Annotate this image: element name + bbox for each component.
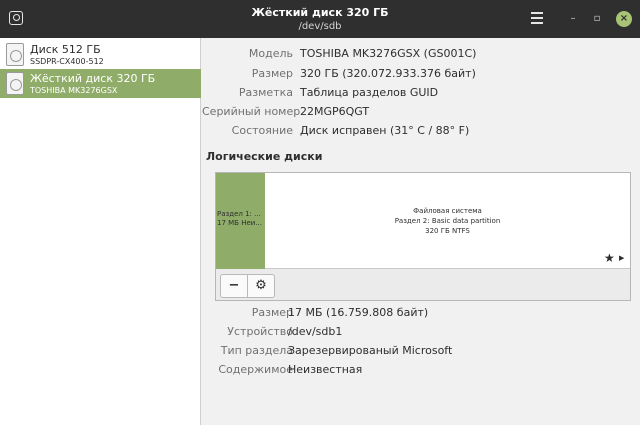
sidebar-item-disk-512[interactable]: Диск 512 ГБ SSDPR-CX400-512	[0, 40, 201, 69]
window-title: Жёсткий диск 320 ГБ	[251, 6, 389, 19]
state-label: Состояние	[231, 124, 293, 137]
serial-value: 22MGP6QGT	[300, 105, 370, 118]
volume-bar: Раздел 1: ... 17 МБ Неи... Файловая сист…	[216, 173, 630, 269]
play-arrow-icon[interactable]: ▶	[619, 254, 624, 262]
remove-partition-button[interactable]: −	[220, 274, 248, 298]
model-label: Модель	[248, 47, 293, 60]
star-icon: ★	[604, 251, 615, 265]
window-subtitle: /dev/sdb	[298, 21, 342, 32]
disk-model: SSDPR-CX400-512	[30, 57, 104, 66]
device-value: /dev/sdb1	[288, 325, 343, 338]
partition-size-label: Размер	[251, 306, 293, 319]
hard-disk-icon	[6, 72, 24, 95]
gear-icon[interactable]: ⚙	[247, 274, 275, 298]
disk-sidebar: Диск 512 ГБ SSDPR-CX400-512 Жёсткий диск…	[0, 38, 201, 425]
partitioning-value: Таблица разделов GUID	[300, 86, 439, 99]
title-bar: Жёсткий диск 320 ГБ /dev/sdb – ▫ ×	[0, 0, 640, 38]
model-value: TOSHIBA MK3276GSX (GS001C)	[300, 47, 477, 60]
contents-value: Неизвестная	[288, 363, 363, 376]
partition-type-value: Зарезервированый Microsoft	[288, 344, 453, 357]
partition-type-label: Тип раздела	[220, 344, 293, 357]
contents-label: Содержимое	[218, 363, 293, 376]
partition-2-fs-label: Файловая система	[413, 207, 482, 215]
partitioning-label: Разметка	[238, 86, 293, 99]
device-label: Устройство	[227, 325, 293, 338]
state-value: Диск исправен (31° C / 88° F)	[300, 124, 470, 137]
size-label: Размер	[251, 67, 293, 80]
volume-map: Раздел 1: ... 17 МБ Неи... Файловая сист…	[215, 172, 631, 301]
disk-details: Модель TOSHIBA MK3276GSX (GS001C) Размер…	[202, 38, 640, 425]
disk-model: TOSHIBA MK3276GSX	[30, 86, 118, 95]
sidebar-item-disk-320[interactable]: Жёсткий диск 320 ГБ TOSHIBA MK3276GSX	[0, 69, 201, 98]
partition-1-name: Раздел 1: ...	[217, 210, 261, 218]
hard-disk-icon	[6, 43, 24, 66]
disk-name: Диск 512 ГБ	[30, 43, 101, 56]
volumes-heading: Логические диски	[206, 150, 323, 163]
partition-2-name: Раздел 2: Basic data partition	[394, 217, 501, 225]
partition-2-block[interactable]: Файловая система Раздел 2: Basic data pa…	[265, 173, 630, 269]
minimize-button[interactable]: –	[566, 12, 580, 26]
partition-size-value: 17 МБ (16.759.808 байт)	[288, 306, 429, 319]
serial-label: Серийный номер	[202, 105, 301, 118]
hamburger-menu-icon[interactable]	[531, 12, 543, 24]
disk-name: Жёсткий диск 320 ГБ	[30, 72, 156, 85]
close-button[interactable]: ×	[616, 11, 632, 27]
partition-1-size: 17 МБ Неи...	[217, 219, 262, 227]
maximize-button[interactable]: ▫	[590, 12, 604, 26]
partition-1-block[interactable]: Раздел 1: ... 17 МБ Неи...	[216, 173, 265, 269]
partition-2-size: 320 ГБ NTFS	[425, 227, 470, 235]
size-value: 320 ГБ (320.072.933.376 байт)	[300, 67, 476, 80]
